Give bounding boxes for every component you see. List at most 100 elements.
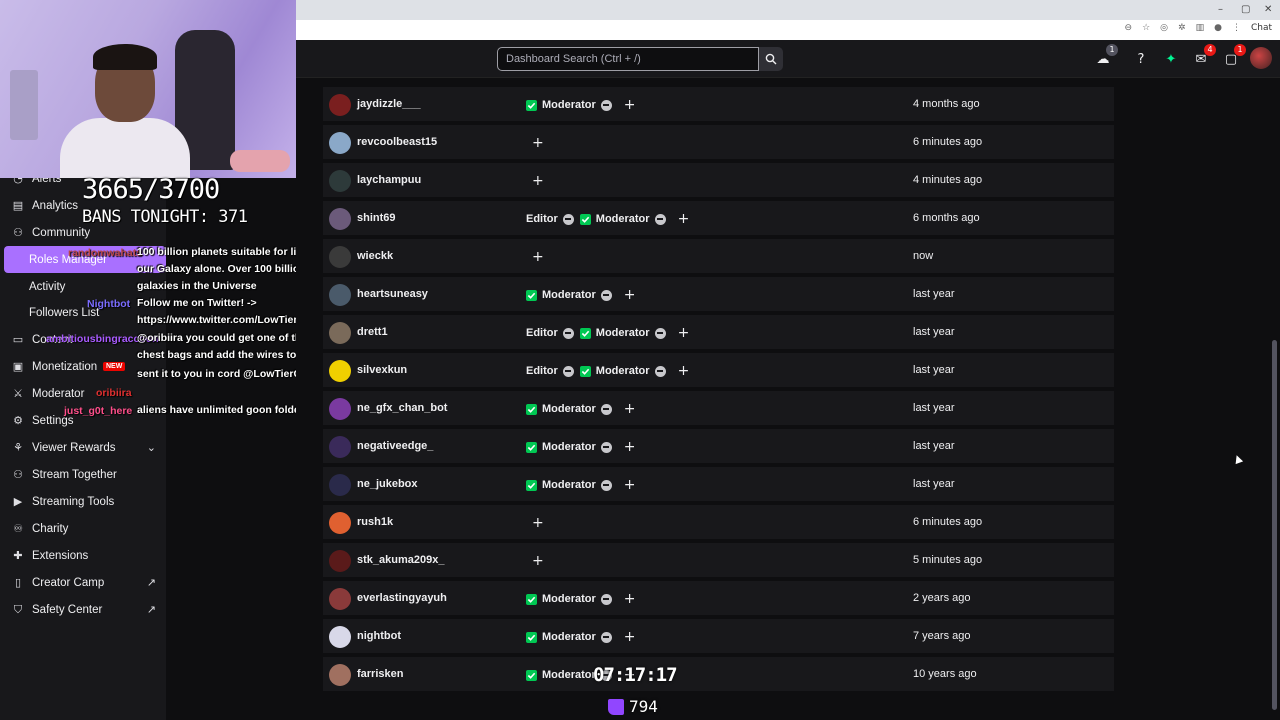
cam-shelf: [10, 70, 38, 140]
username[interactable]: everlastingyayuh: [357, 592, 447, 604]
avatar[interactable]: [329, 322, 351, 344]
avatar[interactable]: [329, 360, 351, 382]
help-button[interactable]: ?: [1132, 50, 1150, 68]
sidepanel-icon[interactable]: ▥: [1196, 23, 1205, 33]
check-icon: [526, 403, 537, 415]
role-list: Moderator +: [526, 591, 636, 607]
add-role-button[interactable]: +: [678, 363, 690, 379]
add-role-button[interactable]: +: [532, 249, 544, 265]
add-role-button[interactable]: +: [624, 97, 636, 113]
add-role-button[interactable]: +: [624, 477, 636, 493]
sword-icon: ⚔: [13, 387, 23, 400]
bookmark-star-icon[interactable]: ☆: [1142, 23, 1150, 33]
chat-message: @oribiira you could get one of those: [137, 332, 320, 344]
extension-icon[interactable]: ◎: [1160, 23, 1168, 33]
check-icon: [579, 365, 591, 377]
hype-button[interactable]: ✦: [1162, 50, 1180, 68]
remove-role-button[interactable]: [654, 365, 666, 377]
add-role-button[interactable]: +: [532, 135, 544, 151]
username[interactable]: laychampuu: [357, 174, 421, 186]
search-button[interactable]: [759, 47, 783, 71]
scrollbar-thumb[interactable]: [1272, 340, 1277, 710]
notif-count-badge: 1: [1106, 44, 1118, 56]
username[interactable]: drett1: [357, 326, 388, 338]
avatar[interactable]: [329, 664, 351, 686]
shield-icon: ⛉: [13, 602, 23, 616]
remove-role-button[interactable]: [600, 631, 612, 643]
avatar[interactable]: [329, 398, 351, 420]
avatar[interactable]: [329, 132, 351, 154]
add-role-button[interactable]: +: [678, 325, 690, 341]
date-added: 4 months ago: [913, 98, 980, 110]
sidebar-item-streaming-tools[interactable]: ▶ Streaming Tools: [0, 488, 166, 515]
username[interactable]: wieckk: [357, 250, 393, 262]
address-bar-icons: ⊖ ☆ ◎ ✲ ▥ ● ⋮ Chat: [1125, 23, 1272, 33]
add-role-button[interactable]: +: [624, 439, 636, 455]
sidebar-item-extensions[interactable]: ✚ Extensions: [0, 542, 166, 569]
add-role-button[interactable]: +: [532, 515, 544, 531]
username[interactable]: rush1k: [357, 516, 393, 528]
zoom-icon[interactable]: ⊖: [1125, 23, 1133, 33]
remove-role-button[interactable]: [654, 327, 666, 339]
remove-role-button[interactable]: [600, 403, 612, 415]
avatar[interactable]: [329, 208, 351, 230]
avatar[interactable]: [329, 474, 351, 496]
add-role-button[interactable]: +: [624, 629, 636, 645]
remove-role-button[interactable]: [600, 593, 612, 605]
sidebar-item-label: Safety Center: [32, 603, 103, 616]
avatar[interactable]: [329, 94, 351, 116]
profile-icon[interactable]: ●: [1214, 23, 1222, 33]
add-role-button[interactable]: +: [532, 553, 544, 569]
avatar[interactable]: [329, 512, 351, 534]
username[interactable]: revcoolbeast15: [357, 136, 437, 148]
minimize-icon[interactable]: –: [1218, 4, 1223, 15]
remove-role-button[interactable]: [600, 99, 612, 111]
remove-role-button[interactable]: [600, 441, 612, 453]
add-role-button[interactable]: +: [532, 173, 544, 189]
puzzle-icon[interactable]: ✲: [1178, 23, 1186, 33]
username[interactable]: stk_akuma209x_: [357, 554, 444, 566]
username[interactable]: farrisken: [357, 668, 403, 680]
inbox-button[interactable]: ✉ 4: [1192, 44, 1216, 68]
add-role-button[interactable]: +: [678, 211, 690, 227]
remove-role-button[interactable]: [654, 213, 666, 225]
menu-icon[interactable]: ⋮: [1232, 23, 1241, 33]
remove-role-button[interactable]: [562, 327, 574, 339]
username[interactable]: shint69: [357, 212, 396, 224]
remove-role-button[interactable]: [562, 365, 574, 377]
username[interactable]: ne_jukebox: [357, 478, 418, 490]
username[interactable]: ne_gfx_chan_bot: [357, 402, 447, 414]
remove-role-button[interactable]: [562, 213, 574, 225]
remove-role-button[interactable]: [600, 479, 612, 491]
dashboard-search-input[interactable]: Dashboard Search (Ctrl + /): [497, 47, 759, 71]
sidebar-item-creator-camp[interactable]: ▯ Creator Camp ↗: [0, 569, 166, 596]
username[interactable]: negativeedge_: [357, 440, 433, 452]
notifications-button[interactable]: ☁ 1: [1094, 44, 1118, 68]
avatar[interactable]: [329, 626, 351, 648]
avatar[interactable]: [329, 170, 351, 192]
avatar[interactable]: [329, 246, 351, 268]
sidebar-item-label: Extensions: [32, 549, 89, 562]
user-avatar[interactable]: [1250, 47, 1272, 69]
chat-button[interactable]: Chat: [1251, 23, 1272, 33]
avatar[interactable]: [329, 436, 351, 458]
avatar[interactable]: [329, 284, 351, 306]
avatar[interactable]: [329, 550, 351, 572]
sidebar-item-charity[interactable]: ♾ Charity: [0, 515, 166, 542]
maximize-icon[interactable]: ▢: [1241, 4, 1250, 15]
add-role-button[interactable]: +: [624, 401, 636, 417]
sidebar-item-viewer-rewards[interactable]: ⚘ Viewer Rewards ⌄: [0, 434, 166, 461]
avatar[interactable]: [329, 588, 351, 610]
remove-role-button[interactable]: [600, 289, 612, 301]
sidebar-item-safety-center[interactable]: ⛉ Safety Center ↗: [0, 596, 166, 623]
username[interactable]: heartsuneasy: [357, 288, 428, 300]
username[interactable]: nightbot: [357, 630, 401, 642]
whispers-button[interactable]: ▢ 1: [1222, 44, 1246, 68]
chat-message: galaxies in the Universe: [137, 280, 257, 292]
add-role-button[interactable]: +: [624, 591, 636, 607]
username[interactable]: jaydizzle___: [357, 98, 421, 110]
add-role-button[interactable]: +: [624, 287, 636, 303]
username[interactable]: silvexkun: [357, 364, 407, 376]
close-icon[interactable]: ✕: [1264, 4, 1272, 15]
sidebar-item-stream-together[interactable]: ⚇ Stream Together: [0, 461, 166, 488]
